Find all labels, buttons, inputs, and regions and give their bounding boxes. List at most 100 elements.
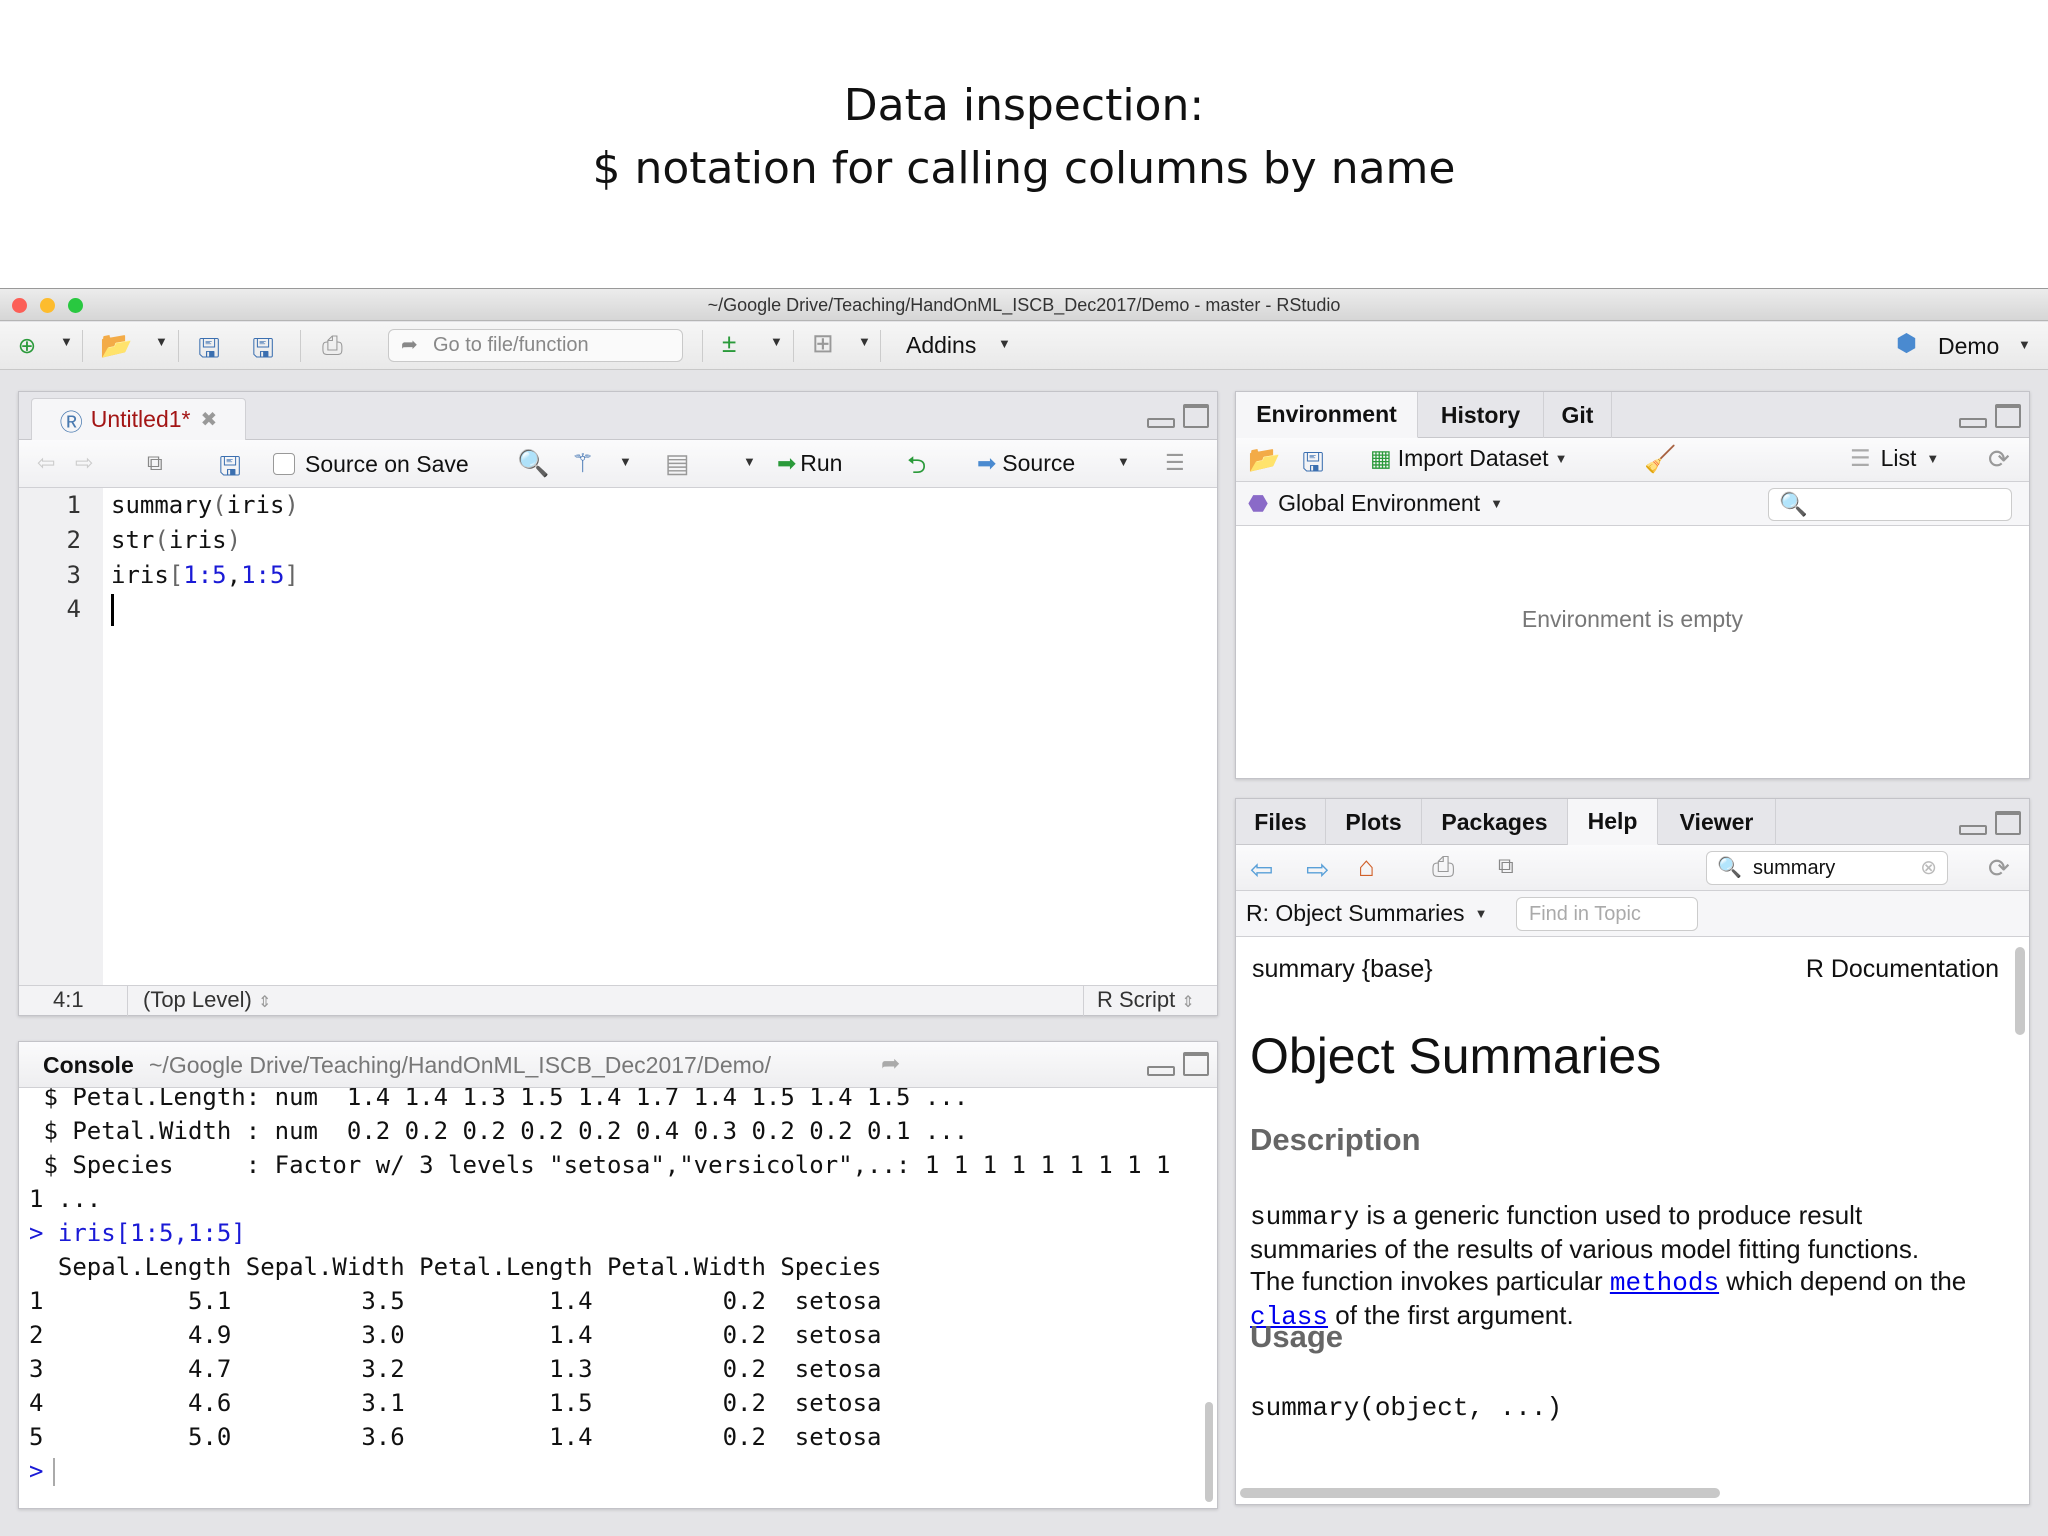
filetype-selector[interactable]: R Script ⇕ [1097, 986, 1195, 1017]
search-icon[interactable]: 🔍 [517, 448, 549, 479]
tab-environment[interactable]: Environment [1236, 392, 1418, 438]
minimize-pane-icon[interactable] [1147, 1066, 1175, 1076]
goto-arrow-icon: ➦ [401, 334, 418, 356]
minimize-window-button[interactable] [40, 298, 55, 313]
chevron-down-icon: ▼ [2018, 337, 2031, 352]
help-package-label: summary {base} [1252, 955, 1433, 983]
slide-title-line2: $ notation for calling columns by name [592, 143, 1456, 194]
refresh-icon[interactable]: ⟳ [1988, 444, 2010, 475]
chevron-down-icon[interactable]: ▼ [858, 334, 871, 349]
git-icon[interactable]: ± [722, 328, 736, 359]
console-title: Console [43, 1052, 134, 1078]
maximize-pane-icon[interactable] [1995, 404, 2021, 428]
save-icon[interactable]: 🖫 [219, 448, 241, 492]
rerun-icon[interactable]: ⮌ [907, 448, 926, 489]
code-tools-wand-icon[interactable]: ⚚ [571, 448, 594, 479]
help-horizontal-scrollbar[interactable] [1240, 1488, 1720, 1498]
close-window-button[interactable] [12, 298, 27, 313]
zoom-window-button[interactable] [68, 298, 83, 313]
environment-pane: Environment History Git 📂 🖫 ▦ Import Data… [1235, 391, 2030, 779]
outline-icon[interactable]: ☰ [1165, 450, 1185, 476]
chevron-down-icon: ▼ [1490, 496, 1503, 511]
run-button[interactable]: ➡ Run [777, 450, 842, 477]
list-view-selector[interactable]: ☰ List ▼ [1850, 445, 1939, 472]
maximize-pane-icon[interactable] [1183, 404, 1209, 428]
tab-plots[interactable]: Plots [1326, 799, 1422, 845]
compile-report-icon[interactable]: ▤ [665, 448, 690, 479]
show-in-window-icon[interactable]: ⧉ [147, 450, 163, 476]
pane-window-controls[interactable] [1147, 404, 1209, 430]
code-editor[interactable]: summary(iris) str(iris) iris[1:5,1:5] [111, 488, 1217, 986]
goto-file-input[interactable]: ➦ Go to file/function [388, 329, 683, 362]
pane-window-controls[interactable] [1959, 404, 2021, 430]
minimize-pane-icon[interactable] [1959, 825, 1987, 835]
search-icon: 🔍 [1717, 857, 1742, 879]
home-icon[interactable]: ⌂ [1358, 851, 1375, 883]
r-file-icon: Ⓡ [59, 408, 83, 435]
chevron-down-icon[interactable]: ▼ [770, 334, 783, 349]
env-search-input[interactable]: 🔍 [1768, 488, 2012, 521]
global-environment-selector[interactable]: ⬣ Global Environment ▼ [1248, 490, 1503, 517]
source-arrow-icon: ➡ [977, 450, 997, 476]
chevron-down-icon[interactable]: ▼ [743, 454, 756, 469]
chevron-down-icon: ▼ [1554, 451, 1568, 466]
clear-broom-icon[interactable]: 🧹 [1644, 444, 1676, 475]
maximize-pane-icon[interactable] [1995, 811, 2021, 835]
print-icon[interactable]: ⎙ [1432, 851, 1454, 884]
console-line: $ Petal.Length: num 1.4 1.4 1.3 1.5 1.4 … [29, 1088, 969, 1111]
methods-link[interactable]: methods [1610, 1268, 1719, 1298]
topic-selector[interactable]: R: Object Summaries ▼ [1246, 900, 1487, 927]
clear-search-icon[interactable]: ⊗ [1920, 852, 1937, 884]
line-number: 4 [66, 595, 81, 623]
tab-untitled1[interactable]: Ⓡ Untitled1* ✖ [31, 398, 246, 440]
pane-window-controls[interactable] [1959, 811, 2021, 837]
tab-history[interactable]: History [1418, 392, 1544, 438]
source-on-save-checkbox[interactable] [273, 453, 295, 475]
source-button[interactable]: ➡ Source [977, 450, 1075, 477]
console-scrollbar[interactable] [1205, 1402, 1213, 1502]
close-tab-icon[interactable]: ✖ [200, 407, 217, 432]
console-path[interactable]: ~/Google Drive/Teaching/HandOnML_ISCB_De… [149, 1052, 771, 1079]
project-menu[interactable]: Demo [1938, 333, 1999, 360]
forward-icon[interactable]: ⇨ [75, 450, 93, 476]
chevron-down-icon[interactable]: ▼ [1117, 454, 1130, 469]
go-to-directory-icon[interactable]: ➦ [881, 1050, 900, 1077]
pane-window-controls[interactable] [1147, 1052, 1209, 1078]
minimize-pane-icon[interactable] [1959, 418, 1987, 428]
pane-layout-icon[interactable]: ⊞ [812, 328, 834, 359]
tab-git[interactable]: Git [1544, 392, 1612, 438]
help-search-input[interactable]: 🔍 summary ⊗ [1706, 851, 1948, 885]
back-arrow-icon[interactable]: ⇦ [1250, 853, 1273, 886]
show-in-window-icon[interactable]: ⧉ [1498, 853, 1514, 879]
forward-arrow-icon[interactable]: ⇨ [1306, 853, 1329, 886]
tab-viewer[interactable]: Viewer [1658, 799, 1776, 845]
chevron-down-icon: ▼ [998, 336, 1011, 351]
maximize-pane-icon[interactable] [1183, 1052, 1209, 1076]
refresh-icon[interactable]: ⟳ [1988, 853, 2010, 884]
console-input[interactable]: > [29, 1454, 56, 1488]
help-vertical-scrollbar[interactable] [2015, 947, 2025, 1035]
help-pane: Files Plots Packages Help Viewer ⇦ ⇨ ⌂ ⎙… [1235, 798, 2030, 1505]
load-workspace-icon[interactable]: 📂 [1248, 444, 1280, 475]
save-all-icon[interactable]: 🖫 [252, 330, 274, 374]
console-output[interactable]: $ Petal.Length: num 1.4 1.4 1.3 1.5 1.4 … [19, 1088, 1201, 1508]
print-icon[interactable]: ⎙ [322, 330, 343, 362]
find-in-topic-input[interactable]: Find in Topic [1516, 897, 1698, 931]
chevron-down-icon[interactable]: ▼ [60, 334, 73, 349]
help-tabbar: Files Plots Packages Help Viewer [1236, 799, 2029, 845]
minimize-pane-icon[interactable] [1147, 418, 1175, 428]
tab-help[interactable]: Help [1568, 799, 1658, 845]
tab-files[interactable]: Files [1236, 799, 1326, 845]
addins-menu[interactable]: Addins [906, 332, 976, 359]
chevron-down-icon[interactable]: ▼ [155, 334, 168, 349]
line-number: 1 [66, 491, 81, 519]
scope-selector[interactable]: (Top Level) ⇕ [143, 986, 271, 1017]
import-dataset-button[interactable]: ▦ Import Dataset ▼ [1370, 445, 1567, 472]
title-bar: ~/Google Drive/Teaching/HandOnML_ISCB_De… [0, 289, 2048, 321]
new-file-icon[interactable]: ⊕ [12, 332, 42, 360]
chevron-down-icon[interactable]: ▼ [619, 454, 632, 469]
back-icon[interactable]: ⇦ [37, 450, 55, 476]
open-folder-icon[interactable]: 📂 [100, 330, 132, 361]
save-icon[interactable]: 🖫 [198, 330, 220, 374]
tab-packages[interactable]: Packages [1422, 799, 1568, 845]
